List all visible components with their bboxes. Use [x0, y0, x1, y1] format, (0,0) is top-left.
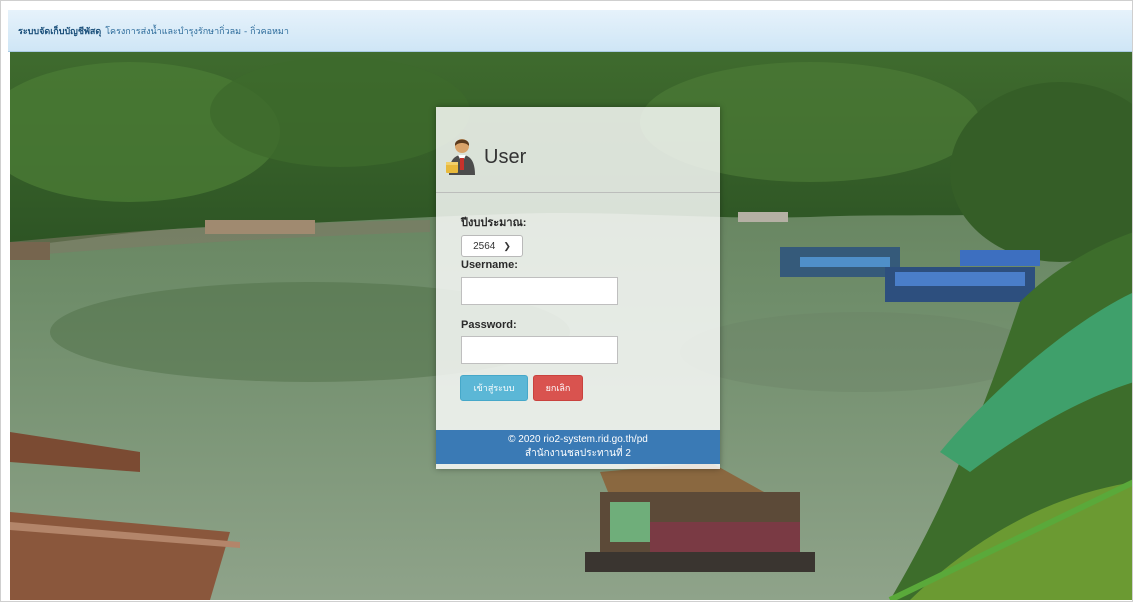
login-title: User — [484, 146, 527, 168]
login-button[interactable]: เข้าสู่ระบบ — [460, 375, 528, 401]
user-avatar-icon — [446, 138, 475, 175]
login-header: User — [436, 107, 720, 193]
login-panel: User ปีงบประมาณ: 2564 ❯ Username: Passwo… — [436, 107, 720, 469]
login-footer: © 2020 rio2-system.rid.go.th/pd สำนักงาน… — [436, 430, 720, 464]
password-label: Password: — [461, 319, 517, 331]
chevron-down-icon: ❯ — [503, 240, 511, 251]
fiscal-year-select[interactable]: 2564 ❯ — [461, 235, 523, 257]
office-name: สำนักงานชลประทานที่ 2 — [525, 448, 631, 459]
app-subtitle: โครงการส่งน้ำและบำรุงรักษากิ่วลม - กิ่วค… — [105, 26, 289, 37]
username-label: Username: — [461, 259, 518, 271]
fiscal-year-value: 2564 — [473, 240, 496, 252]
password-field[interactable] — [461, 336, 618, 364]
cancel-button[interactable]: ยกเลิก — [533, 375, 583, 401]
app-brand[interactable]: ระบบจัดเก็บบัญชีพัสดุ — [18, 24, 101, 38]
copyright-text: © 2020 rio2-system.rid.go.th/pd — [508, 434, 648, 445]
fiscal-year-label: ปีงบประมาณ: — [461, 217, 527, 229]
browser-frame: ระบบจัดเก็บบัญชีพัสดุ โครงการส่งน้ำและบำ… — [0, 0, 1133, 602]
username-field[interactable] — [461, 277, 618, 305]
top-navbar: ระบบจัดเก็บบัญชีพัสดุ โครงการส่งน้ำและบำ… — [8, 10, 1132, 52]
